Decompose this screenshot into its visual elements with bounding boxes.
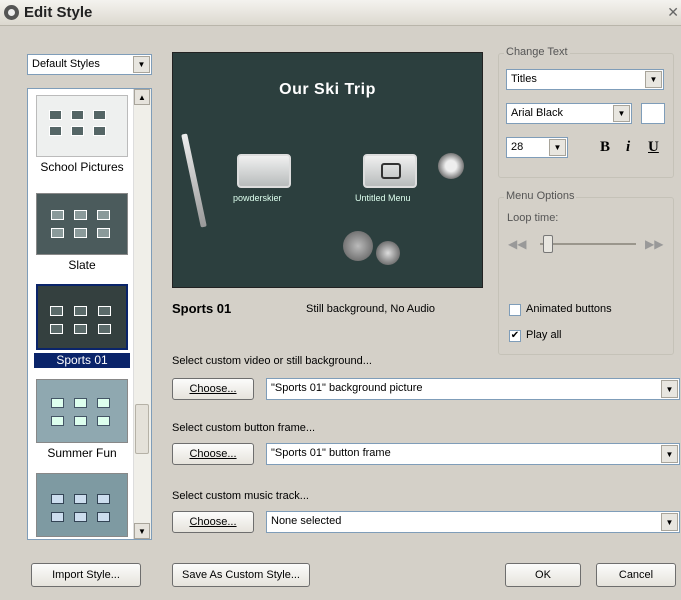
style-list[interactable]: School Pictures Slate Sports 01 Summer F…: [27, 88, 152, 540]
style-caption: School Pictures: [40, 160, 124, 174]
ball-icon: [376, 241, 400, 265]
text-target-dropdown[interactable]: Titles ▼: [506, 69, 664, 90]
styles-dropdown[interactable]: Default Styles ▼: [27, 54, 152, 75]
button-frame-value: "Sports 01" button frame: [271, 447, 391, 459]
choose-label: Choose...: [189, 448, 237, 460]
import-style-label: Import Style...: [52, 569, 120, 581]
style-caption: Summer Fun: [47, 446, 117, 460]
import-style-button[interactable]: Import Style...: [31, 563, 141, 587]
chevron-down-icon[interactable]: ▼: [133, 56, 150, 73]
font-value: Arial Black: [511, 107, 563, 119]
button-frame-dropdown[interactable]: "Sports 01" button frame ▼: [266, 443, 680, 465]
play-all-label: Play all: [526, 329, 562, 341]
bold-button[interactable]: B: [600, 139, 610, 156]
font-size-dropdown[interactable]: 28 ▼: [506, 137, 568, 158]
list-item[interactable]: Slate: [34, 193, 130, 273]
music-value: None selected: [271, 515, 342, 527]
app-icon: [4, 5, 19, 20]
animated-buttons-label: Animated buttons: [526, 303, 612, 315]
ok-button[interactable]: OK: [505, 563, 581, 587]
loop-time-track[interactable]: [540, 243, 636, 245]
style-thumbnail: [36, 95, 128, 157]
ok-label: OK: [535, 569, 551, 581]
preview-button-2: [363, 154, 417, 188]
check-icon: ✔: [510, 330, 520, 341]
choose-music-button[interactable]: Choose...: [172, 511, 254, 533]
chevron-down-icon[interactable]: ▼: [661, 380, 678, 398]
music-prompt: Select custom music track...: [172, 490, 309, 502]
fast-forward-icon[interactable]: ▶▶: [645, 237, 663, 251]
underline-button[interactable]: U: [648, 139, 659, 156]
italic-button[interactable]: i: [626, 139, 630, 156]
cancel-label: Cancel: [618, 569, 654, 581]
loop-time-label: Loop time:: [507, 212, 559, 224]
text-target-value: Titles: [511, 73, 537, 85]
style-name: Sports 01: [172, 301, 232, 316]
scroll-down-icon[interactable]: ▼: [134, 523, 150, 539]
choose-background-button[interactable]: Choose...: [172, 378, 254, 400]
list-item[interactable]: Summer Fun: [34, 379, 130, 461]
menu-preview: Our Ski Trip powderskier Untitled Menu: [172, 52, 483, 288]
preview-button-1: [237, 154, 291, 188]
choose-label: Choose...: [189, 516, 237, 528]
styles-dropdown-value: Default Styles: [32, 58, 100, 70]
choose-label: Choose...: [189, 383, 237, 395]
rewind-icon[interactable]: ◀◀: [508, 237, 526, 251]
change-text-label: Change Text: [504, 46, 570, 58]
loop-time-slider[interactable]: [542, 235, 553, 253]
menu-icon: [381, 163, 401, 179]
ball-icon: [343, 231, 373, 261]
preview-button-2-label: Untitled Menu: [355, 193, 411, 203]
preview-title: Our Ski Trip: [279, 81, 376, 98]
background-value: "Sports 01" background picture: [271, 382, 423, 394]
chevron-down-icon[interactable]: ▼: [661, 513, 678, 531]
list-item[interactable]: School Pictures: [34, 95, 130, 175]
style-caption: Slate: [68, 258, 96, 272]
animated-buttons-checkbox[interactable]: [509, 304, 521, 316]
style-thumbnail: [36, 284, 128, 350]
chevron-down-icon[interactable]: ▼: [645, 71, 662, 88]
title-bar: Edit Style ✕: [0, 0, 681, 26]
save-custom-style-label: Save As Custom Style...: [182, 569, 300, 581]
soccer-ball-icon: [438, 153, 464, 179]
style-thumbnail: [36, 379, 128, 443]
play-all-checkbox[interactable]: ✔: [509, 330, 521, 342]
chevron-down-icon[interactable]: ▼: [549, 139, 566, 156]
chevron-down-icon[interactable]: ▼: [661, 445, 678, 463]
font-size-value: 28: [511, 141, 524, 153]
menu-options-label: Menu Options: [504, 190, 577, 202]
chevron-down-icon[interactable]: ▼: [613, 105, 630, 122]
style-description: Still background, No Audio: [306, 303, 436, 315]
scroll-up-icon[interactable]: ▲: [134, 89, 150, 105]
window-title: Edit Style: [24, 4, 93, 21]
preview-button-1-label: powderskier: [233, 193, 282, 203]
button-frame-prompt: Select custom button frame...: [172, 422, 316, 434]
list-scrollbar[interactable]: ▲ ▼: [133, 89, 151, 539]
choose-button-frame-button[interactable]: Choose...: [172, 443, 254, 465]
style-caption: Sports 01: [34, 353, 130, 368]
list-item[interactable]: [34, 473, 130, 537]
text-color-swatch[interactable]: [641, 103, 665, 124]
save-custom-style-button[interactable]: Save As Custom Style...: [172, 563, 310, 587]
scroll-thumb[interactable]: [135, 404, 149, 454]
font-dropdown[interactable]: Arial Black ▼: [506, 103, 632, 124]
cancel-button[interactable]: Cancel: [596, 563, 676, 587]
close-icon[interactable]: ✕: [667, 4, 679, 21]
background-prompt: Select custom video or still background.…: [172, 355, 372, 367]
ski-pole-decoration: [181, 133, 207, 228]
style-thumbnail: [36, 473, 128, 537]
background-dropdown[interactable]: "Sports 01" background picture ▼: [266, 378, 680, 400]
style-thumbnail: [36, 193, 128, 255]
list-item[interactable]: Sports 01: [34, 284, 130, 368]
music-dropdown[interactable]: None selected ▼: [266, 511, 680, 533]
